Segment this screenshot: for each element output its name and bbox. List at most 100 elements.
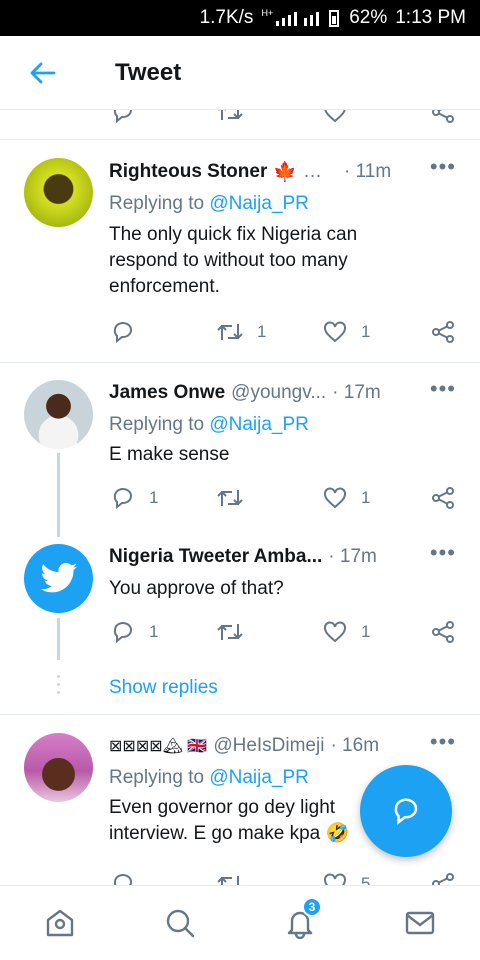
avatar[interactable] xyxy=(24,544,93,613)
heart-icon xyxy=(324,487,346,509)
avatar[interactable] xyxy=(24,380,93,449)
share-button[interactable] xyxy=(431,110,455,126)
display-name[interactable]: James Onwe xyxy=(109,382,225,404)
mention-link[interactable]: @Naija_PR xyxy=(209,767,309,788)
share-button[interactable] xyxy=(431,618,455,646)
mail-icon xyxy=(405,911,435,935)
divider xyxy=(0,139,480,140)
like-button[interactable] xyxy=(323,110,347,126)
reply-icon xyxy=(113,322,132,344)
twitter-bird-icon xyxy=(40,562,77,592)
heart-icon xyxy=(324,621,346,643)
tweet-text: The only quick fix Nigeria can respond t… xyxy=(109,224,358,297)
retweet-icon xyxy=(217,490,243,506)
thread-line xyxy=(57,618,60,660)
tweet-text: You approve of that? xyxy=(109,578,284,599)
share-button[interactable] xyxy=(431,484,455,512)
retweet-icon xyxy=(217,876,239,885)
home-icon xyxy=(46,909,74,937)
retweet-button[interactable] xyxy=(217,484,243,512)
reply-count: 1 xyxy=(149,488,159,507)
tweet-text: E make sense xyxy=(109,444,230,465)
nav-notifications[interactable]: 3 xyxy=(270,893,330,953)
compose-reply-button[interactable] xyxy=(360,765,452,857)
display-name[interactable]: Righteous Stoner xyxy=(109,161,267,183)
mention-link[interactable]: @Naija_PR xyxy=(209,193,309,214)
retweet-button[interactable] xyxy=(217,870,243,885)
tweet-header: James Onwe @youngv... · 17m ••• xyxy=(109,378,466,404)
thread-dots xyxy=(57,675,60,699)
more-icon[interactable]: ••• xyxy=(430,542,456,564)
reply-button[interactable] xyxy=(111,110,135,126)
retweet-count: 1 xyxy=(257,322,267,341)
replying-to-label: Replying to xyxy=(109,193,205,214)
replying-to: Replying to @Naija_PR xyxy=(109,193,309,215)
like-button[interactable]: 1 xyxy=(323,318,370,346)
retweet-icon xyxy=(217,324,243,340)
nav-messages[interactable] xyxy=(390,893,450,953)
more-icon[interactable]: ••• xyxy=(430,378,456,400)
timestamp: · 17m xyxy=(332,382,381,403)
arrow-left-icon xyxy=(30,62,56,83)
battery-icon xyxy=(329,9,340,27)
compose-reply-icon xyxy=(394,798,418,825)
like-button[interactable]: 1 xyxy=(323,618,370,646)
handle: @youngv... xyxy=(231,382,327,403)
more-icon[interactable]: ••• xyxy=(430,156,456,178)
heart-icon xyxy=(324,873,346,885)
like-count: 1 xyxy=(361,488,371,507)
avatar[interactable] xyxy=(24,158,93,227)
heart-icon xyxy=(324,321,346,343)
share-icon xyxy=(432,621,454,643)
reply-button[interactable] xyxy=(111,318,135,346)
mention-link[interactable]: @Naija_PR xyxy=(209,414,309,435)
show-replies-link[interactable]: Show replies xyxy=(109,677,218,699)
tweet-actions: 5 xyxy=(109,870,459,885)
battery-level: 62% xyxy=(349,7,388,28)
timestamp: · 16m xyxy=(330,735,380,756)
nav-home[interactable] xyxy=(30,893,90,953)
retweet-button[interactable] xyxy=(217,110,243,126)
avatar[interactable] xyxy=(24,733,93,802)
more-icon[interactable]: ••• xyxy=(430,731,456,753)
thread-line xyxy=(57,453,60,537)
timestamp: · 17m xyxy=(328,546,377,567)
handle: @HeIsDimeji xyxy=(213,735,325,756)
page-title: Tweet xyxy=(115,58,182,86)
reply-button[interactable]: 1 xyxy=(111,484,158,512)
replying-to: Replying to @Naija_PR xyxy=(109,767,309,789)
share-icon xyxy=(432,873,454,885)
display-name[interactable]: ⊠⊠⊠⊠🏔 🇬🇧 xyxy=(109,736,207,756)
like-count: 1 xyxy=(361,322,371,341)
reply-button[interactable]: 1 xyxy=(111,618,158,646)
display-name[interactable]: Nigeria Tweeter Amba... xyxy=(109,546,322,568)
tweet-text: Even governor go dey light interview. E … xyxy=(109,797,350,844)
share-icon xyxy=(432,487,454,509)
like-button[interactable]: 1 xyxy=(323,484,370,512)
share-button[interactable] xyxy=(431,870,455,885)
replying-to: Replying to @Naija_PR xyxy=(109,414,309,436)
heart-icon xyxy=(324,110,346,123)
search-icon xyxy=(166,909,195,938)
reply-button[interactable] xyxy=(111,870,135,885)
tweet-actions: 1 1 xyxy=(109,618,459,646)
tweet-header: Nigeria Tweeter Amba... · 17m ••• xyxy=(109,542,466,568)
reply-icon xyxy=(113,874,132,885)
retweet-button[interactable] xyxy=(217,618,243,646)
back-button[interactable] xyxy=(0,36,86,110)
reply-icon xyxy=(113,110,132,124)
tweet-actions: 1 1 xyxy=(109,318,459,346)
tweet-header: ⊠⊠⊠⊠🏔 🇬🇧 @HeIsDimeji · 16m ••• xyxy=(109,731,466,757)
network-speed: 1.7K/s xyxy=(199,7,254,28)
previous-tweet-actions xyxy=(109,110,459,126)
share-button[interactable] xyxy=(431,318,455,346)
retweet-button[interactable]: 1 xyxy=(217,318,266,346)
like-button[interactable]: 5 xyxy=(323,870,370,885)
network-type: H+ xyxy=(261,8,274,18)
signal-icon: H+ xyxy=(261,8,320,26)
tweet-actions: 1 1 xyxy=(109,484,459,512)
divider xyxy=(0,362,480,363)
like-count: 1 xyxy=(361,622,371,641)
nav-search[interactable] xyxy=(150,893,210,953)
top-app-bar: Tweet xyxy=(0,36,480,110)
